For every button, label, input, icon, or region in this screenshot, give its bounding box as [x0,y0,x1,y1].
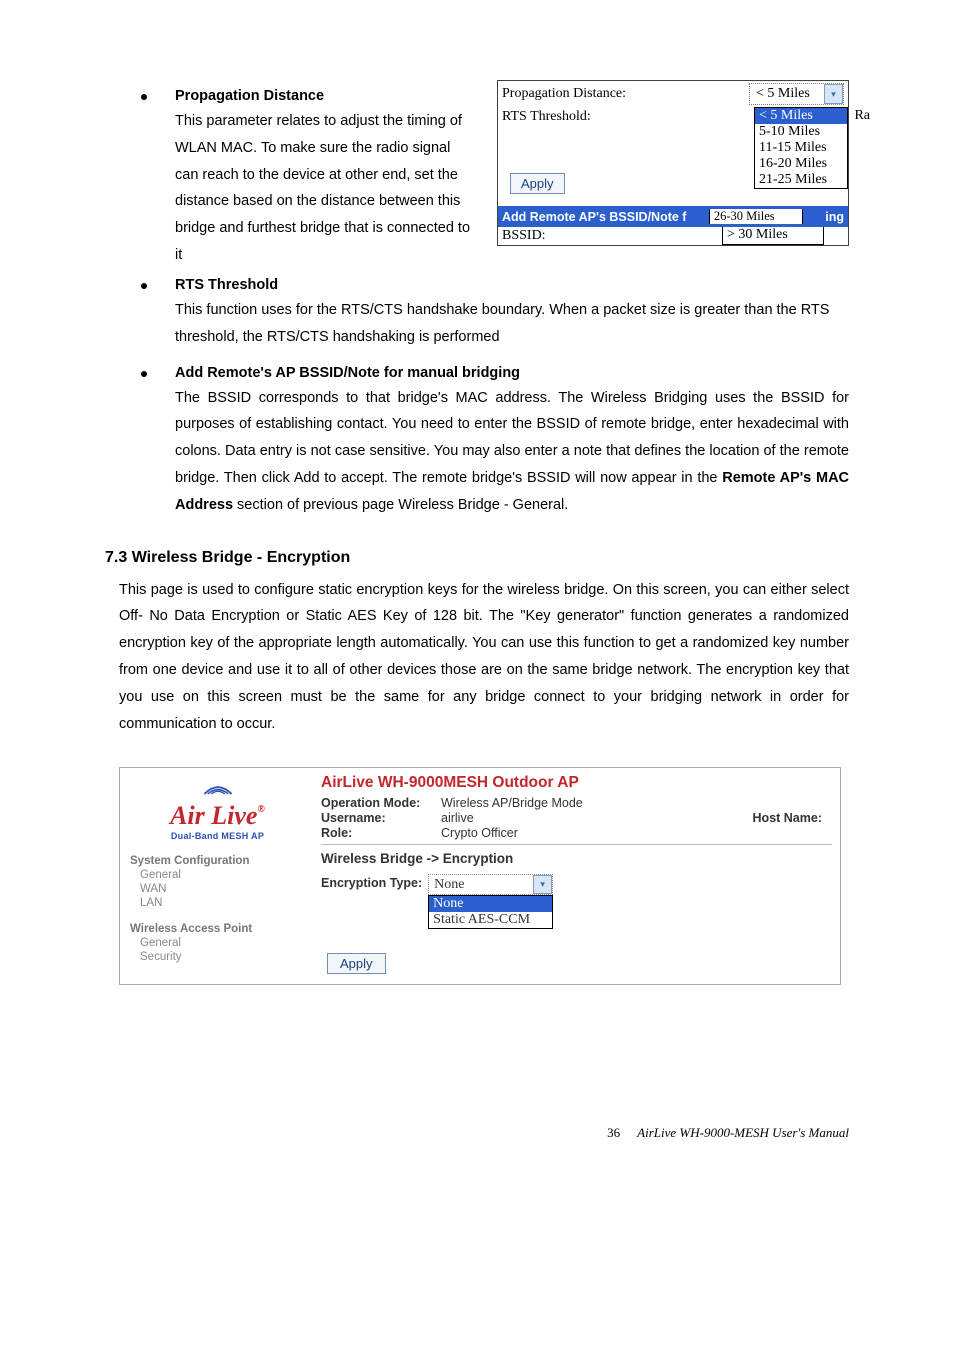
cutoff-text-ra: Ra [854,108,870,124]
encryption-type-label: Encryption Type: [321,874,422,890]
apply-button[interactable]: Apply [510,173,565,194]
apply-button[interactable]: Apply [327,953,386,974]
encryption-screenshot: Air Live® Dual-Band MESH AP System Confi… [119,767,841,985]
nav-wap-security[interactable]: Security [140,951,305,963]
enc-option-none[interactable]: None [429,896,552,912]
rts-threshold-label: RTS Threshold: [502,109,750,125]
nav-wan[interactable]: WAN [140,883,305,895]
option-gt30[interactable]: > 30 Miles [722,227,824,245]
nav-group-wap: Wireless Access Point [130,923,305,935]
username-label: Username: [321,811,441,825]
nav-wap-general[interactable]: General [140,937,305,949]
section-7-3-body: This page is used to configure static en… [119,577,849,738]
role-value: Crypto Officer [441,826,832,840]
option-21-25[interactable]: 21-25 Miles [755,172,847,188]
encryption-type-select[interactable]: None ▾ [428,874,553,895]
page-number: 36 [607,1125,620,1140]
chevron-down-icon: ▾ [824,84,843,104]
option-5-10[interactable]: 5-10 Miles [755,124,847,140]
opmode-value: Wireless AP/Bridge Mode [441,796,832,810]
opmode-label: Operation Mode: [321,796,441,810]
option-26-30[interactable]: 26-30 Miles [709,209,803,224]
bullet-icon [141,371,147,377]
username-value: airlive [441,811,753,825]
nav-lan[interactable]: LAN [140,897,305,909]
bullet-icon [141,94,147,100]
propagation-distance-options[interactable]: < 5 Miles 5-10 Miles 11-15 Miles 16-20 M… [754,107,848,189]
addremote-heading: Add Remote's AP BSSID/Note for manual br… [175,365,520,381]
nav-general[interactable]: General [140,869,305,881]
addremote-body: The BSSID corresponds to that bridge's M… [175,385,849,519]
airlive-logo: Air Live® Dual-Band MESH AP [130,778,305,841]
page-footer: 36 AirLive WH-9000-MESH User's Manual [105,1125,849,1141]
role-label: Role: [321,826,441,840]
bssid-label: BSSID: [498,227,722,245]
propagation-heading: Propagation Distance [175,88,324,104]
propagation-screenshot: Propagation Distance: < 5 Miles ▾ RTS Th… [497,80,849,246]
rts-body: This function uses for the RTS/CTS hands… [175,297,849,351]
propagation-body: This parameter relates to adjust the tim… [175,108,475,269]
section-7-3-heading: 7.3 Wireless Bridge - Encryption [105,549,849,567]
chevron-down-icon: ▾ [533,875,552,894]
encryption-type-options[interactable]: None Static AES-CCM [428,895,553,929]
option-11-15[interactable]: 11-15 Miles [755,140,847,156]
manual-title: AirLive WH-9000-MESH User's Manual [637,1125,849,1140]
breadcrumb: Wireless Bridge -> Encryption [321,851,832,866]
device-title: AirLive WH-9000MESH Outdoor AP [321,774,832,792]
hostname-label: Host Name: [753,811,822,825]
rts-heading: RTS Threshold [175,277,278,293]
option-lt5[interactable]: < 5 Miles [755,108,847,124]
bullet-icon [141,283,147,289]
option-16-20[interactable]: 16-20 Miles [755,156,847,172]
logo-arc-icon [201,778,235,798]
enc-option-aes[interactable]: Static AES-CCM [429,912,552,928]
add-remote-header: Add Remote AP's BSSID/Note f 26-30 Miles… [498,206,848,227]
propagation-distance-label: Propagation Distance: [502,86,749,102]
propagation-distance-select[interactable]: < 5 Miles ▾ [749,83,844,105]
nav-group-system: System Configuration [130,855,305,867]
